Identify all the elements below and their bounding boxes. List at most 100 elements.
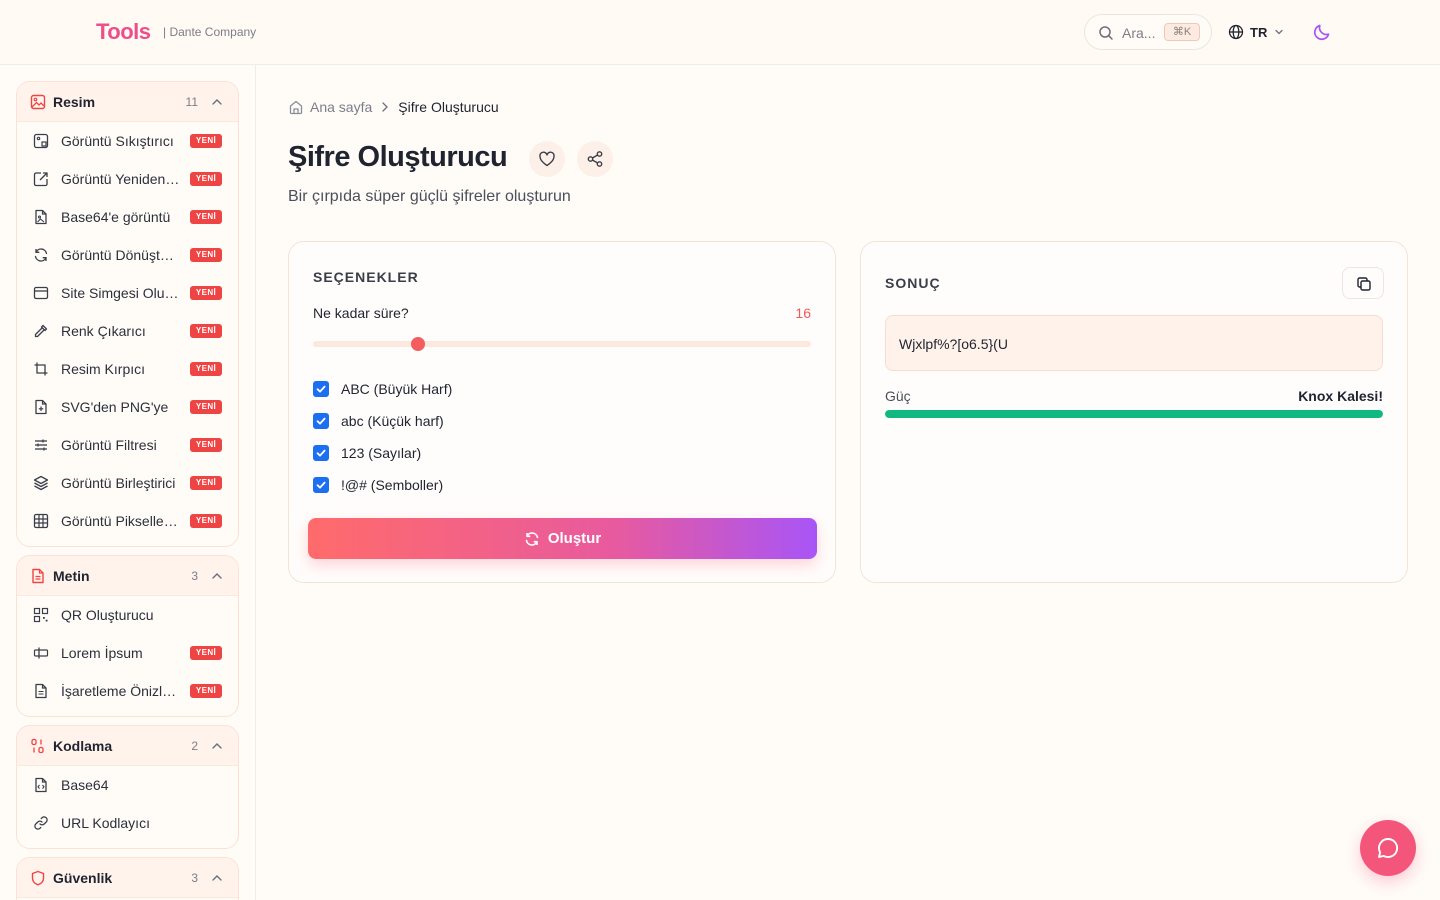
- sidebar-item-label: Görüntü Sıkıştırıcı: [61, 133, 174, 149]
- sidebar-group-header[interactable]: Resim 11: [17, 82, 238, 122]
- sidebar-group-header[interactable]: Güvenlik 3: [17, 858, 238, 898]
- eyedropper-icon: [34, 324, 48, 338]
- sidebar-group-metin: Metin 3 QR Oluşturucu Lorem İpsum YENİ İ…: [16, 555, 239, 717]
- sidebar-item-image-cropper[interactable]: Resim Kırpıcı YENİ: [17, 350, 238, 388]
- moon-icon[interactable]: [1312, 22, 1332, 42]
- password-text: Wjxlpf%?[o6.5}(U: [899, 336, 1008, 352]
- sidebar-item-label: Görüntü Birleştirici: [61, 475, 176, 491]
- length-label: Ne kadar süre?: [313, 305, 409, 321]
- check-icon: [316, 417, 326, 425]
- chevron-up-icon: [212, 743, 222, 749]
- sidebar-group-kodlama: Kodlama 2 Base64 URL Kodlayıcı: [16, 725, 239, 849]
- checkbox-symbols[interactable]: !@# (Semboller): [313, 476, 443, 494]
- sidebar-item-label: URL Kodlayıcı: [61, 815, 150, 831]
- grid-icon: [33, 513, 49, 529]
- strength-label: Güç: [885, 388, 911, 404]
- share-button[interactable]: [577, 141, 613, 177]
- image-compress-icon: [33, 133, 49, 149]
- sidebar-item-markdown-preview[interactable]: İşaretleme Önizleyici YENİ: [17, 672, 238, 710]
- new-badge: YENİ: [190, 362, 222, 376]
- logo[interactable]: Tools: [96, 19, 151, 45]
- sidebar-item-label: SVG'den PNG'ye: [61, 399, 169, 415]
- sidebar-item-label: Base64: [61, 777, 109, 793]
- result-title: SONUÇ: [885, 275, 941, 291]
- file-image-icon: [35, 209, 47, 225]
- chevron-down-icon: [1275, 29, 1283, 35]
- sidebar-group-count: 11: [185, 95, 198, 109]
- length-slider-thumb[interactable]: [410, 337, 425, 351]
- binary-icon: [31, 738, 44, 754]
- checkbox[interactable]: [313, 445, 329, 461]
- length-value: 16: [795, 305, 811, 321]
- sidebar-item-favicon-generator[interactable]: Site Simgesi Oluşturucu YENİ: [17, 274, 238, 312]
- sidebar-item-label: İşaretleme Önizleyici: [61, 683, 181, 699]
- breadcrumb-home-link[interactable]: Ana sayfa: [310, 99, 372, 115]
- page-title: Şifre Oluşturucu: [288, 141, 508, 173]
- home-icon: [289, 100, 303, 115]
- generate-button[interactable]: Oluştur: [308, 518, 817, 559]
- sidebar-item-label: Görüntü Yeniden Boyutlandırıcı: [61, 171, 181, 187]
- sidebar-item-label: Görüntü Pikselleştirici: [61, 513, 181, 529]
- sidebar-item-image-converter[interactable]: Görüntü Dönüştürücü YENİ: [17, 236, 238, 274]
- sidebar-item-qr-generator[interactable]: QR Oluşturucu: [17, 596, 238, 634]
- checkbox-uppercase[interactable]: ABC (Büyük Harf): [313, 380, 452, 398]
- language-selector[interactable]: TR: [1228, 23, 1285, 41]
- image-icon: [30, 94, 46, 110]
- checkbox-lowercase[interactable]: abc (Küçük harf): [313, 412, 444, 430]
- password-output[interactable]: Wjxlpf%?[o6.5}(U: [885, 315, 1383, 371]
- checkbox-label: !@# (Semboller): [341, 477, 444, 493]
- heart-icon: [539, 151, 555, 167]
- chat-button[interactable]: [1360, 820, 1416, 876]
- sidebar-group-title: Kodlama: [53, 738, 113, 754]
- checkbox-label: 123 (Sayılar): [341, 445, 422, 461]
- sidebar-item-color-picker[interactable]: Renk Çıkarıcı YENİ: [17, 312, 238, 350]
- copy-icon: [1357, 277, 1371, 291]
- sidebar-item-image-resizer[interactable]: Görüntü Yeniden Boyutlandırıcı YENİ: [17, 160, 238, 198]
- new-badge: YENİ: [190, 134, 222, 148]
- checkbox-label: abc (Küçük harf): [341, 413, 444, 429]
- refresh-icon: [525, 531, 539, 546]
- sidebar-item-label: Görüntü Filtresi: [61, 437, 157, 453]
- search-bar[interactable]: Ara... ⌘K: [1084, 14, 1212, 50]
- sidebar-item-label: Site Simgesi Oluşturucu: [61, 285, 181, 301]
- chevron-up-icon: [212, 99, 222, 105]
- resize-icon: [33, 172, 48, 187]
- file-code-icon: [35, 399, 47, 415]
- chevron-right-icon: [382, 102, 389, 112]
- options-card: SEÇENEKLER Ne kadar süre? 16 ABC (Büyük …: [288, 241, 836, 583]
- new-badge: YENİ: [190, 438, 222, 452]
- sidebar-item-image-to-base64[interactable]: Base64'e görüntü YENİ: [17, 198, 238, 236]
- sidebar-item-url-encoder[interactable]: URL Kodlayıcı: [17, 804, 238, 842]
- file-text-icon: [32, 568, 44, 584]
- globe-icon: [1228, 24, 1244, 40]
- sidebar-group-header[interactable]: Kodlama 2: [17, 726, 238, 766]
- checkbox-label: ABC (Büyük Harf): [341, 381, 453, 397]
- sidebar-item-base64[interactable]: Base64: [17, 766, 238, 804]
- sidebar-item-image-filter[interactable]: Görüntü Filtresi YENİ: [17, 426, 238, 464]
- checkbox-numbers[interactable]: 123 (Sayılar): [313, 444, 421, 462]
- length-slider-track[interactable]: [313, 341, 811, 347]
- checkbox[interactable]: [313, 381, 329, 397]
- sidebar-group-header[interactable]: Metin 3: [17, 556, 238, 596]
- sidebar-item-image-pixelator[interactable]: Görüntü Pikselleştirici YENİ: [17, 502, 238, 540]
- check-icon: [316, 481, 326, 489]
- new-badge: YENİ: [190, 476, 222, 490]
- check-icon: [316, 385, 326, 393]
- copy-button[interactable]: [1342, 267, 1384, 299]
- sidebar-item-svg-to-png[interactable]: SVG'den PNG'ye YENİ: [17, 388, 238, 426]
- text-cursor-icon: [33, 647, 49, 659]
- chevron-up-icon: [212, 573, 222, 579]
- strength-bar-fill: [885, 410, 1383, 418]
- sidebar-group-title: Resim: [53, 94, 96, 110]
- sidebar-item-image-merger[interactable]: Görüntü Birleştirici YENİ: [17, 464, 238, 502]
- sidebar-item-lorem-ipsum[interactable]: Lorem İpsum YENİ: [17, 634, 238, 672]
- search-shortcut: ⌘K: [1164, 23, 1200, 41]
- checkbox[interactable]: [313, 413, 329, 429]
- sidebar-group-resim: Resim 11 Görüntü Sıkıştırıcı YENİ Görünt…: [16, 81, 239, 547]
- layers-icon: [33, 475, 49, 491]
- checkbox[interactable]: [313, 477, 329, 493]
- favorite-button[interactable]: [529, 141, 565, 177]
- sidebar-group-title: Güvenlik: [53, 870, 113, 886]
- sidebar-item-image-compressor[interactable]: Görüntü Sıkıştırıcı YENİ: [17, 122, 238, 160]
- new-badge: YENİ: [190, 324, 222, 338]
